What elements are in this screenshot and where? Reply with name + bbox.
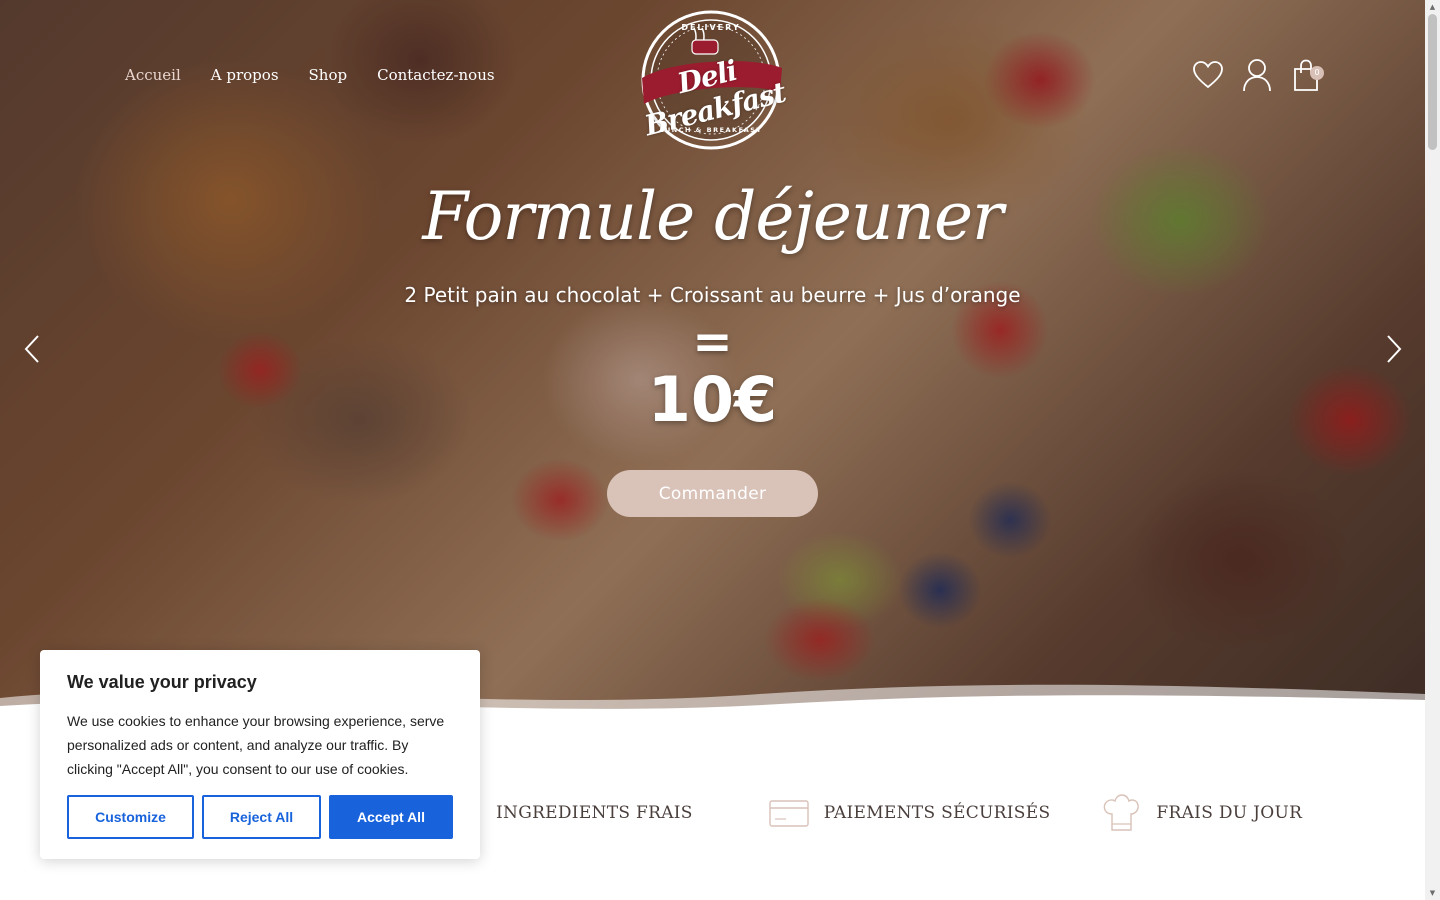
accept-all-button[interactable]: Accept All [329,795,453,839]
user-icon [1243,59,1271,92]
cookie-actions: Customize Reject All Accept All [67,795,453,839]
scroll-up-icon[interactable]: ▲ [1425,0,1440,14]
feature-label: INGREDIENTS FRAIS [496,803,693,823]
commander-button[interactable]: Commander [607,470,818,517]
nav-item-contact[interactable]: Contactez-nous [377,66,494,84]
cart-button[interactable]: 0 [1290,58,1324,92]
header-actions: 0 [1192,58,1324,92]
cookie-title: We value your privacy [67,672,257,692]
hero-subtitle: 2 Petit pain au chocolat + Croissant au … [404,283,1021,307]
feature-item: FRAIS DU JOUR [1100,790,1302,836]
account-button[interactable] [1241,58,1273,92]
logo-bottom-text: LUNCH & BREAKFAST [659,126,763,134]
reject-all-button[interactable]: Reject All [202,795,321,839]
feature-item: PAIEMENTS SÉCURISÉS [768,790,1051,836]
wishlist-button[interactable] [1192,58,1224,92]
hero-title: Formule déjeuner [422,178,1003,255]
feature-label: PAIEMENTS SÉCURISÉS [823,803,1051,823]
hero-equals: = [692,314,733,370]
site-logo[interactable]: DELIVERY Deli Breakfast LUNCH & BREAKFAS… [632,8,790,153]
scroll-down-icon[interactable]: ▼ [1425,886,1440,900]
nav-item-shop[interactable]: Shop [309,66,348,84]
nav-item-accueil[interactable]: Accueil [125,66,181,84]
slider-next-button[interactable] [1380,332,1410,366]
main-navigation: Accueil A propos Shop Contactez-nous [125,66,495,84]
chevron-right-icon [1387,335,1402,363]
scroll-thumb[interactable] [1428,14,1437,150]
slider-prev-button[interactable] [18,332,48,366]
cookie-description: We use cookies to enhance your browsing … [67,713,445,777]
hero-price: 10€ [647,363,778,436]
credit-card-icon [769,800,809,827]
feature-label: FRAIS DU JOUR [1156,803,1303,823]
logo-top-text: DELIVERY [681,23,741,32]
chevron-left-icon [24,335,39,363]
nav-item-a-propos[interactable]: A propos [211,66,279,84]
customize-button[interactable]: Customize [67,795,194,839]
page-scrollbar[interactable]: ▲ ▼ [1425,0,1440,900]
heart-icon [1193,61,1223,89]
chef-hat-icon [1104,794,1140,831]
cart-count-badge: 0 [1310,66,1324,80]
features-row: INGREDIENTS FRAIS PAIEMENTS SÉCURISÉS FR… [440,790,1352,836]
cookie-consent-banner: We value your privacy We use cookies to … [40,650,480,859]
